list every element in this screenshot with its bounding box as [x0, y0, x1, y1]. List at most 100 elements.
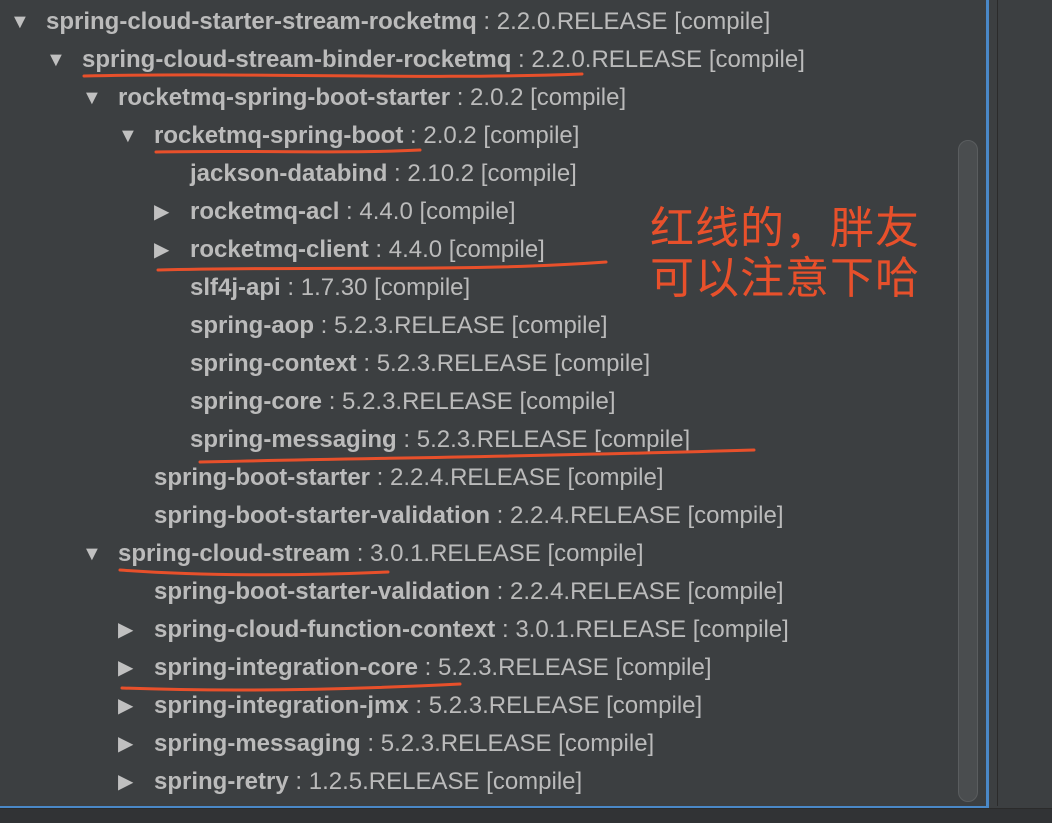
artifact-version: 2.2.4.RELEASE [510, 502, 681, 529]
collapsed-triangle-icon[interactable]: ▶ [154, 231, 190, 269]
tree-node[interactable]: ▶spring-aop : 5.2.3.RELEASE [compile] [154, 307, 608, 345]
tree-node[interactable]: ▶ spring-integration-jmx : 5.2.3.RELEASE … [118, 687, 702, 725]
tree-node[interactable]: ▶ spring-retry : 1.2.5.RELEASE [compile] [118, 763, 582, 801]
separator: : [408, 692, 429, 719]
collapsed-triangle-icon[interactable]: ▶ [118, 649, 154, 687]
artifact-scope: [compile] [692, 616, 789, 643]
artifact-scope: [compile] [554, 350, 651, 377]
expanded-triangle-icon[interactable]: ▼ [10, 3, 46, 41]
artifact-name: spring-integration-core [154, 654, 419, 681]
artifact-version: 1.2.5.RELEASE [308, 768, 480, 795]
artifact-name: spring-cloud-starter-stream-rocketmq [46, 8, 477, 35]
artifact-name: spring-cloud-stream [118, 540, 351, 567]
expanded-triangle-icon[interactable]: ▼ [46, 41, 82, 79]
artifact-version: 5.2.3.RELEASE [342, 388, 513, 415]
vertical-scrollbar[interactable] [958, 140, 978, 802]
collapsed-triangle-icon[interactable]: ▶ [118, 725, 154, 763]
tree-node[interactable]: ▶spring-messaging : 5.2.3.RELEASE [compi… [154, 421, 690, 459]
artifact-name: spring-integration-jmx [154, 692, 409, 719]
separator: : [350, 540, 371, 567]
handwritten-annotation: 红线的，胖友 可以注意下哈 [650, 204, 950, 304]
artifact-scope: [compile] [486, 768, 583, 795]
artifact-scope: [compile] [567, 464, 664, 491]
artifact-version: 5.2.3.RELEASE [428, 692, 600, 719]
artifact-name: spring-cloud-stream-binder-rocketmq [82, 46, 512, 73]
collapsed-triangle-icon[interactable]: ▶ [154, 193, 190, 231]
separator: : [356, 350, 377, 377]
tree-node[interactable]: ▶slf4j-api : 1.7.30 [compile] [154, 269, 470, 307]
artifact-version: 2.10.2 [407, 160, 475, 187]
artifact-version: 3.0.1.RELEASE [515, 616, 687, 643]
artifact-version: 5.2.3.RELEASE [416, 426, 588, 453]
tree-node[interactable]: ▼ rocketmq-spring-boot : 2.0.2 [compile] [118, 117, 579, 155]
tree-node[interactable]: ▶spring-core : 5.2.3.RELEASE [compile] [154, 383, 616, 421]
separator: : [314, 312, 335, 339]
tree-node[interactable]: ▼ spring-cloud-starter-stream-rocketmq : … [10, 3, 770, 41]
expanded-triangle-icon[interactable]: ▼ [118, 117, 154, 155]
tree-node[interactable]: ▶spring-context : 5.2.3.RELEASE [compile… [154, 345, 650, 383]
artifact-version: 1.7.30 [300, 274, 368, 301]
tree-node[interactable]: ▶spring-boot-starter : 2.2.4.RELEASE [co… [118, 459, 664, 497]
expanded-triangle-icon[interactable]: ▼ [82, 535, 118, 573]
artifact-name: rocketmq-spring-boot [154, 122, 404, 149]
artifact-version: 2.2.4.RELEASE [390, 464, 561, 491]
tree-node[interactable]: ▼ spring-cloud-stream : 3.0.1.RELEASE [co… [82, 535, 644, 573]
artifact-version: 2.2.0.RELEASE [531, 46, 703, 73]
tree-node[interactable]: ▼ rocketmq-spring-boot-starter : 2.0.2 [c… [82, 79, 626, 117]
artifact-version: 5.2.3.RELEASE [334, 312, 505, 339]
artifact-scope: [compile] [687, 502, 784, 529]
artifact-name: slf4j-api [190, 274, 281, 301]
artifact-scope: [compile] [687, 578, 784, 605]
tree-node[interactable]: ▶spring-messaging : 5.2.3.RELEASE [compi… [118, 725, 654, 763]
artifact-version: 4.4.0 [388, 236, 443, 263]
artifact-version: 4.4.0 [359, 198, 413, 225]
collapsed-triangle-icon[interactable]: ▶ [118, 687, 154, 725]
collapsed-triangle-icon[interactable]: ▶ [118, 611, 154, 649]
artifact-scope: [compile] [419, 198, 516, 225]
artifact-name: spring-messaging [190, 426, 397, 453]
separator: : [403, 122, 424, 149]
artifact-name: rocketmq-client [190, 236, 369, 263]
separator: : [511, 46, 532, 73]
tree-node[interactable]: ▶ spring-cloud-function-context : 3.0.1.R… [118, 611, 789, 649]
tree-node[interactable]: ▶spring-boot-starter-validation : 2.2.4.… [118, 497, 784, 535]
separator: : [396, 426, 417, 453]
artifact-scope: [compile] [615, 654, 712, 681]
annotation-line-2: 可以注意下哈 [650, 253, 920, 304]
artifact-name: spring-boot-starter [154, 464, 370, 491]
artifact-name: spring-context [190, 350, 357, 377]
collapsed-triangle-icon[interactable]: ▶ [118, 763, 154, 801]
artifact-scope: [compile] [594, 426, 691, 453]
artifact-name: jackson-databind [190, 160, 388, 187]
separator: : [476, 8, 497, 35]
tree-node[interactable]: ▶ rocketmq-acl : 4.4.0 [compile] [154, 193, 516, 231]
side-panel-divider [997, 0, 998, 806]
expanded-triangle-icon[interactable]: ▼ [82, 79, 118, 117]
artifact-scope: [compile] [530, 84, 627, 111]
artifact-scope: [compile] [547, 540, 644, 567]
artifact-version: 5.2.3.RELEASE [438, 654, 609, 681]
artifact-name: spring-aop [190, 312, 314, 339]
tree-node[interactable]: ▶spring-boot-starter-validation : 2.2.4.… [118, 573, 784, 611]
artifact-version: 3.0.1.RELEASE [370, 540, 541, 567]
artifact-name: spring-messaging [154, 730, 361, 757]
tree-node[interactable]: ▼ spring-cloud-stream-binder-rocketmq : 2… [46, 41, 805, 79]
tree-node[interactable]: ▶ rocketmq-client : 4.4.0 [compile] [154, 231, 545, 269]
artifact-name: spring-cloud-function-context [154, 616, 496, 643]
separator: : [450, 84, 471, 111]
artifact-name: spring-core [190, 388, 323, 415]
tree-node[interactable]: ▶jackson-databind : 2.10.2 [compile] [154, 155, 577, 193]
separator: : [490, 502, 511, 529]
artifact-scope: [compile] [448, 236, 545, 263]
separator: : [418, 654, 439, 681]
dependency-tree[interactable]: ▼ spring-cloud-starter-stream-rocketmq : … [0, 0, 988, 806]
tree-node[interactable]: ▶ spring-integration-core : 5.2.3.RELEASE… [118, 649, 712, 687]
artifact-name: spring-boot-starter-validation [154, 502, 491, 529]
separator: : [322, 388, 343, 415]
separator: : [490, 578, 511, 605]
artifact-scope: [compile] [519, 388, 616, 415]
